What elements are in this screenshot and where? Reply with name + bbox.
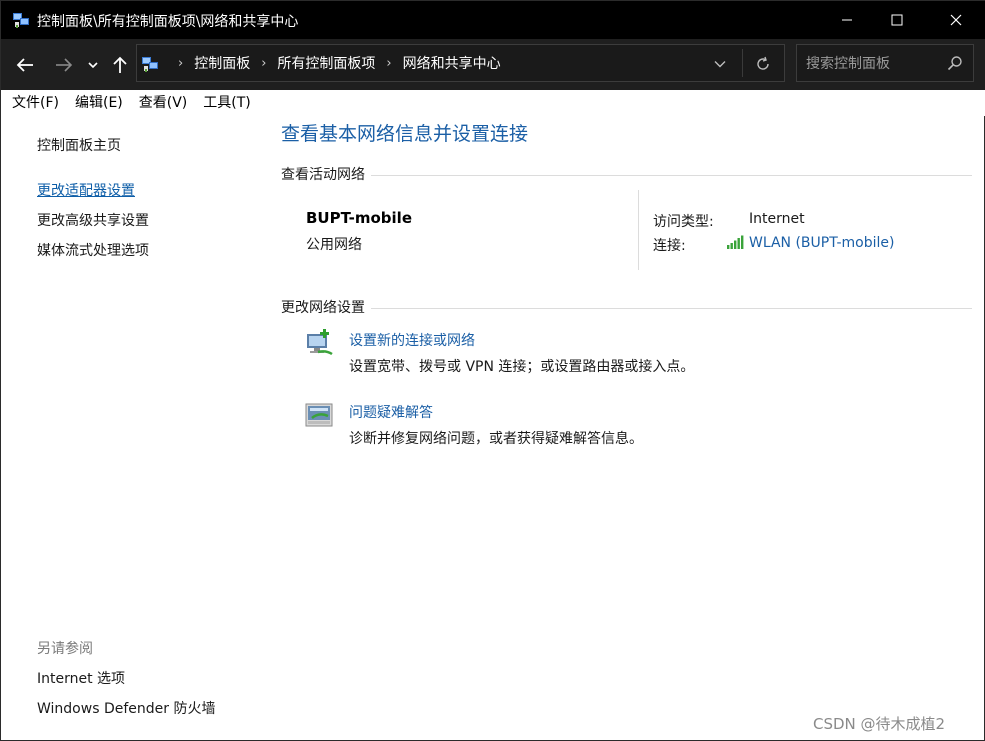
left-pane: 控制面板主页 更改适配器设置 更改高级共享设置 媒体流式处理选项 另请参阅 In… xyxy=(1,116,266,740)
access-type-value: Internet xyxy=(749,211,805,227)
network-category: 公用网络 xyxy=(306,237,362,253)
forward-arrow-icon xyxy=(56,58,73,72)
troubleshoot-problems-description: 诊断并修复网络问题，或者获得疑难解答信息。 xyxy=(349,431,643,447)
new-connection-icon xyxy=(307,329,333,356)
see-also-windows-defender-firewall[interactable]: Windows Defender 防火墙 xyxy=(37,698,215,718)
sidebar-item-media-streaming-options[interactable]: 媒体流式处理选项 xyxy=(37,240,149,260)
connections-label: 连接: xyxy=(653,238,686,254)
active-networks-heading: 查看活动网络 xyxy=(281,164,371,184)
breadcrumb: › 控制面板 › 所有控制面板项 › 网络和共享中心 xyxy=(167,45,501,81)
up-arrow-icon xyxy=(113,56,127,73)
breadcrumb-item-control-panel[interactable]: 控制面板 xyxy=(194,53,250,73)
address-history-dropdown[interactable] xyxy=(707,54,733,74)
sidebar-item-advanced-sharing-settings[interactable]: 更改高级共享设置 xyxy=(37,210,149,230)
breadcrumb-separator[interactable]: › xyxy=(386,56,391,71)
back-button[interactable] xyxy=(12,52,38,78)
breadcrumb-item-network-sharing-center[interactable]: 网络和共享中心 xyxy=(403,53,501,73)
setup-new-connection-link[interactable]: 设置新的连接或网络 xyxy=(349,330,475,350)
wifi-signal-icon xyxy=(727,235,744,249)
breadcrumb-item-all-items[interactable]: 所有控制面板项 xyxy=(277,53,375,73)
close-button[interactable] xyxy=(933,1,979,39)
sidebar-item-change-adapter-settings[interactable]: 更改适配器设置 xyxy=(37,180,135,200)
search-input[interactable] xyxy=(806,54,941,74)
search-icon[interactable] xyxy=(947,55,963,71)
address-bar[interactable]: › 控制面板 › 所有控制面板项 › 网络和共享中心 xyxy=(136,44,785,82)
network-divider xyxy=(638,190,639,270)
see-also-heading: 另请参阅 xyxy=(37,641,93,657)
main-content: 查看基本网络信息并设置连接 查看活动网络 BUPT-mobile 公用网络 访问… xyxy=(266,116,984,740)
close-icon xyxy=(950,14,962,26)
watermark: CSDN @待木成植2 xyxy=(813,715,946,733)
menu-tools[interactable]: 工具(T) xyxy=(195,90,258,116)
navigation-bar: › 控制面板 › 所有控制面板项 › 网络和共享中心 xyxy=(1,39,985,90)
breadcrumb-separator[interactable]: › xyxy=(261,56,266,71)
page-title: 查看基本网络信息并设置连接 xyxy=(281,123,529,145)
minimize-icon xyxy=(842,19,852,21)
menu-bar: 文件(F) 编辑(E) 查看(V) 工具(T) xyxy=(1,90,985,116)
window-title: 控制面板\所有控制面板项\网络和共享中心 xyxy=(37,14,299,30)
setup-new-connection-description: 设置宽带、拨号或 VPN 连接；或设置路由器或接入点。 xyxy=(349,359,695,375)
title-bar: 控制面板\所有控制面板项\网络和共享中心 xyxy=(1,1,985,39)
breadcrumb-separator[interactable]: › xyxy=(178,56,183,71)
section-divider xyxy=(281,175,972,176)
refresh-icon xyxy=(757,56,769,70)
troubleshoot-icon xyxy=(305,403,333,427)
address-divider xyxy=(742,49,743,77)
menu-file[interactable]: 文件(F) xyxy=(4,90,67,116)
network-name: BUPT-mobile xyxy=(306,209,412,227)
network-sharing-center-window: 控制面板\所有控制面板项\网络和共享中心 › 控制面板 › 所有控制面板项 › … xyxy=(0,0,985,741)
refresh-button[interactable] xyxy=(748,51,778,77)
up-button[interactable] xyxy=(107,52,133,78)
back-arrow-icon xyxy=(16,58,33,72)
access-type-label: 访问类型: xyxy=(653,214,714,230)
control-panel-icon xyxy=(13,13,29,28)
chevron-down-icon xyxy=(714,61,726,68)
chevron-down-icon xyxy=(88,62,98,69)
maximize-button[interactable] xyxy=(874,1,920,39)
wlan-connection-link[interactable]: WLAN (BUPT-mobile) xyxy=(749,235,894,251)
maximize-icon xyxy=(891,14,903,26)
see-also-internet-options[interactable]: Internet 选项 xyxy=(37,668,125,688)
recent-locations-button[interactable] xyxy=(82,52,104,78)
section-divider xyxy=(281,308,972,309)
sidebar-item-control-panel-home[interactable]: 控制面板主页 xyxy=(37,135,121,155)
forward-button[interactable] xyxy=(51,52,77,78)
menu-edit[interactable]: 编辑(E) xyxy=(67,90,131,116)
control-panel-icon xyxy=(142,57,158,72)
change-settings-heading: 更改网络设置 xyxy=(281,297,371,317)
minimize-button[interactable] xyxy=(824,1,870,39)
troubleshoot-problems-link[interactable]: 问题疑难解答 xyxy=(349,402,433,422)
search-box[interactable] xyxy=(796,44,974,82)
menu-view[interactable]: 查看(V) xyxy=(131,90,196,116)
